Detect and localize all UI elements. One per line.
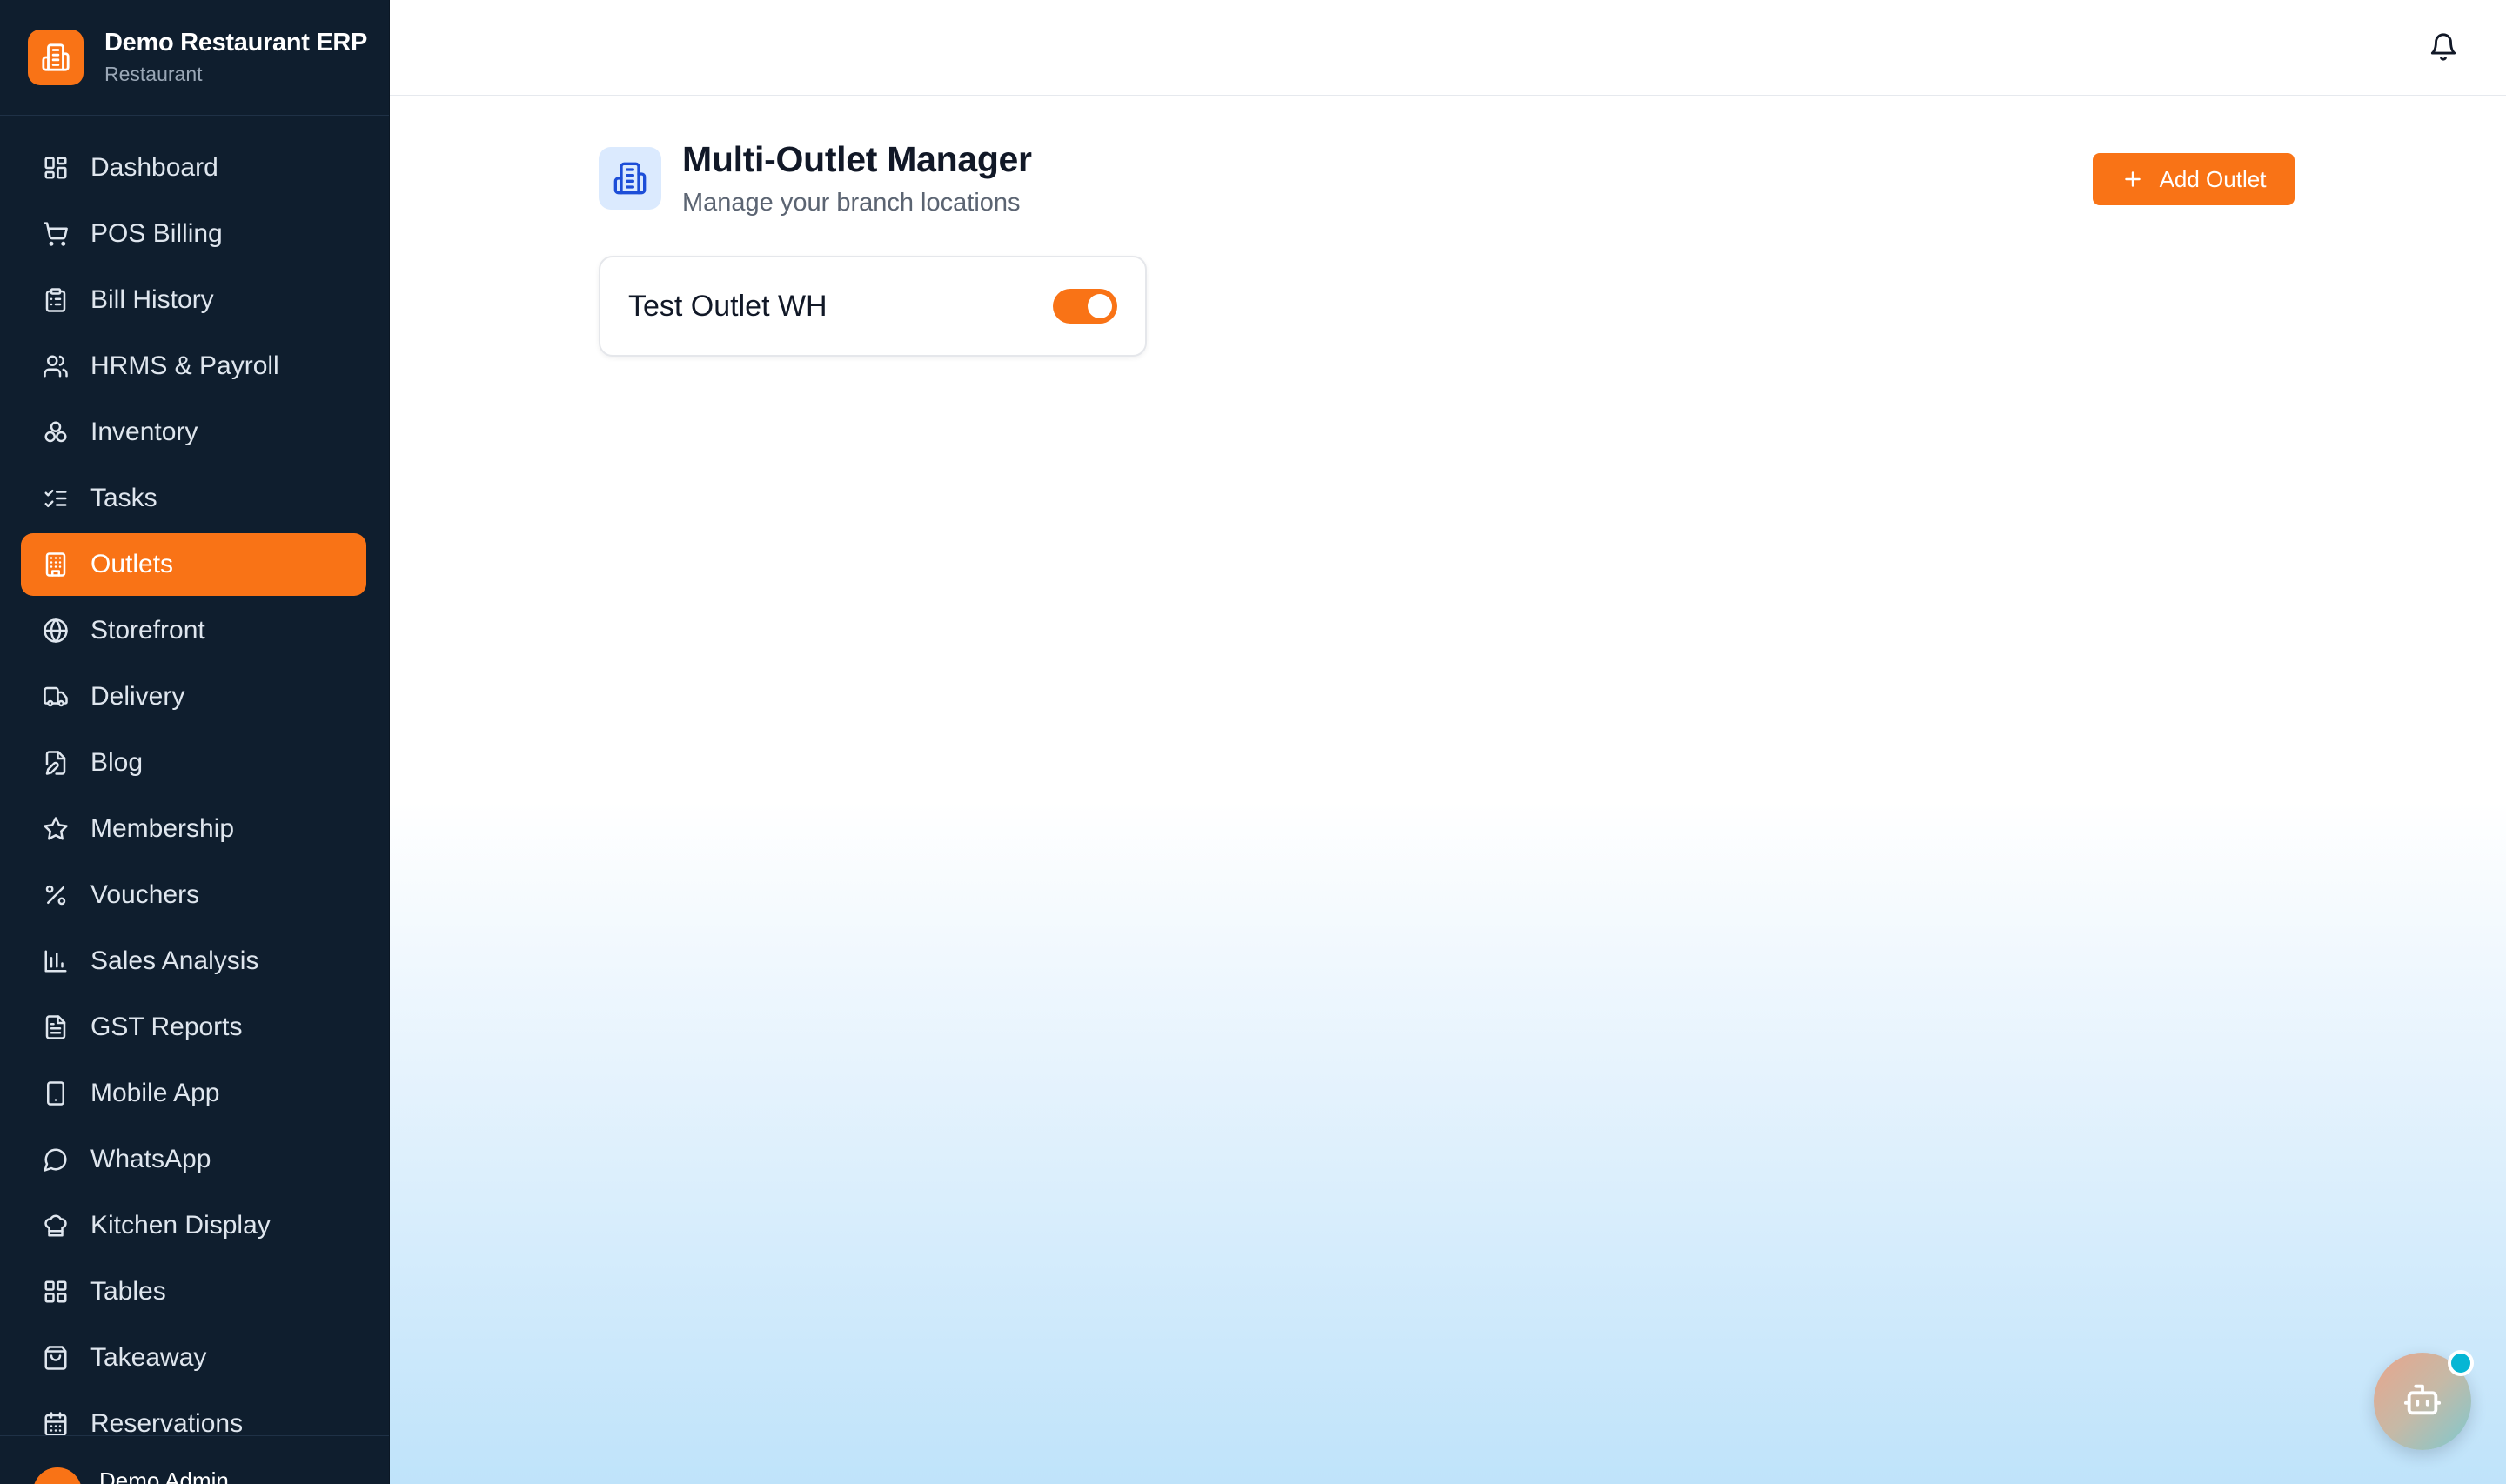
globe-icon bbox=[42, 617, 70, 645]
sidebar-item-pos-billing[interactable]: POS Billing bbox=[21, 203, 366, 265]
file-text-icon bbox=[42, 1013, 70, 1041]
star-icon bbox=[42, 815, 70, 843]
sidebar-item-label: Tasks bbox=[90, 484, 157, 512]
sidebar-item-mobile-app[interactable]: Mobile App bbox=[21, 1062, 366, 1125]
sidebar-item-label: Blog bbox=[90, 748, 144, 777]
building-icon bbox=[42, 551, 70, 578]
shopping-cart-icon bbox=[42, 220, 70, 248]
sidebar-item-label: Storefront bbox=[90, 616, 205, 645]
percent-icon bbox=[42, 881, 70, 909]
sidebar-item-outlets[interactable]: Outlets bbox=[21, 533, 366, 596]
sidebar-item-label: Inventory bbox=[90, 418, 198, 446]
brand: Demo Restaurant ERP Restaurant bbox=[0, 0, 389, 116]
sidebar-item-tables[interactable]: Tables bbox=[21, 1260, 366, 1323]
bot-icon bbox=[2402, 1380, 2442, 1424]
bell-icon[interactable] bbox=[2426, 30, 2461, 64]
sidebar-item-sales-analysis[interactable]: Sales Analysis bbox=[21, 930, 366, 993]
main-content: Multi-Outlet Manager Manage your branch … bbox=[390, 0, 2506, 1484]
app-root: Demo Restaurant ERP Restaurant Dashboard… bbox=[0, 0, 2506, 1484]
outlet-name: Test Outlet WH bbox=[628, 289, 828, 323]
sidebar-nav: Dashboard POS Billing Bill History HRMS & P… bbox=[21, 137, 366, 1459]
message-circle-icon bbox=[42, 1146, 70, 1173]
sidebar-item-label: Outlets bbox=[90, 550, 174, 578]
add-outlet-label: Add Outlet bbox=[2159, 165, 2267, 192]
sidebar-item-takeaway[interactable]: Takeaway bbox=[21, 1327, 366, 1389]
sidebar-item-label: Membership bbox=[90, 814, 235, 843]
sidebar-item-blog[interactable]: Blog bbox=[21, 732, 366, 794]
smartphone-icon bbox=[42, 1080, 70, 1107]
sidebar-item-dashboard[interactable]: Dashboard bbox=[21, 137, 366, 199]
truck-icon bbox=[42, 683, 70, 711]
outlet-active-toggle[interactable] bbox=[1053, 289, 1117, 324]
sidebar-item-inventory[interactable]: Inventory bbox=[21, 401, 366, 464]
sidebar-item-bill-history[interactable]: Bill History bbox=[21, 269, 366, 331]
sidebar-item-label: Mobile App bbox=[90, 1079, 220, 1107]
sidebar-item-label: Bill History bbox=[90, 285, 214, 314]
brand-name: Demo Restaurant ERP bbox=[104, 29, 368, 57]
sidebar-item-label: WhatsApp bbox=[90, 1145, 211, 1173]
page-title: Multi-Outlet Manager bbox=[682, 139, 1032, 179]
sidebar-item-label: Takeaway bbox=[90, 1343, 207, 1372]
avatar bbox=[33, 1467, 82, 1484]
checklist-icon bbox=[42, 485, 70, 512]
sidebar-item-storefront[interactable]: Storefront bbox=[21, 599, 366, 662]
calendar-icon bbox=[42, 1410, 70, 1438]
toggle-knob bbox=[1088, 294, 1112, 318]
sidebar-item-label: Sales Analysis bbox=[90, 946, 259, 975]
sidebar-item-label: Reservations bbox=[90, 1409, 244, 1438]
building-icon bbox=[28, 30, 84, 85]
sidebar-item-label: POS Billing bbox=[90, 219, 223, 248]
user-footer[interactable]: Demo Admin bbox=[0, 1435, 389, 1484]
sidebar-item-label: Tables bbox=[90, 1277, 166, 1306]
users-icon bbox=[42, 352, 70, 380]
outlet-card[interactable]: Test Outlet WH bbox=[599, 256, 1147, 357]
plus-icon bbox=[2121, 168, 2144, 191]
sidebar-item-hrms-payroll[interactable]: HRMS & Payroll bbox=[21, 335, 366, 398]
clipboard-icon bbox=[42, 286, 70, 314]
page-header: Multi-Outlet Manager Manage your branch … bbox=[599, 139, 1032, 217]
add-outlet-button[interactable]: Add Outlet bbox=[2093, 153, 2295, 205]
sidebar-item-delivery[interactable]: Delivery bbox=[21, 665, 366, 728]
sidebar-item-label: GST Reports bbox=[90, 1013, 243, 1041]
sidebar-item-gst-reports[interactable]: GST Reports bbox=[21, 996, 366, 1059]
sidebar-item-tasks[interactable]: Tasks bbox=[21, 467, 366, 530]
user-name: Demo Admin bbox=[99, 1467, 229, 1484]
file-edit-icon bbox=[42, 749, 70, 777]
sidebar-item-membership[interactable]: Membership bbox=[21, 798, 366, 860]
sidebar-item-label: Vouchers bbox=[90, 880, 200, 909]
shopping-bag-icon bbox=[42, 1344, 70, 1372]
boxes-icon bbox=[42, 418, 70, 446]
sidebar-item-label: HRMS & Payroll bbox=[90, 351, 279, 380]
topbar bbox=[390, 0, 2506, 96]
bar-chart-icon bbox=[42, 947, 70, 975]
grid-icon bbox=[42, 1278, 70, 1306]
dashboard-grid-icon bbox=[42, 154, 70, 182]
sidebar-item-label: Kitchen Display bbox=[90, 1211, 271, 1240]
building-icon bbox=[599, 147, 661, 210]
sidebar-item-whatsapp[interactable]: WhatsApp bbox=[21, 1128, 366, 1191]
chef-hat-icon bbox=[42, 1212, 70, 1240]
page-subtitle: Manage your branch locations bbox=[682, 189, 1021, 217]
sidebar-item-kitchen-display[interactable]: Kitchen Display bbox=[21, 1194, 366, 1257]
brand-subtitle: Restaurant bbox=[104, 63, 203, 85]
status-dot bbox=[2448, 1350, 2474, 1376]
sidebar-item-label: Dashboard bbox=[90, 153, 218, 182]
sidebar-item-vouchers[interactable]: Vouchers bbox=[21, 864, 366, 926]
sidebar: Demo Restaurant ERP Restaurant Dashboard… bbox=[0, 0, 390, 1484]
sidebar-item-label: Delivery bbox=[90, 682, 185, 711]
